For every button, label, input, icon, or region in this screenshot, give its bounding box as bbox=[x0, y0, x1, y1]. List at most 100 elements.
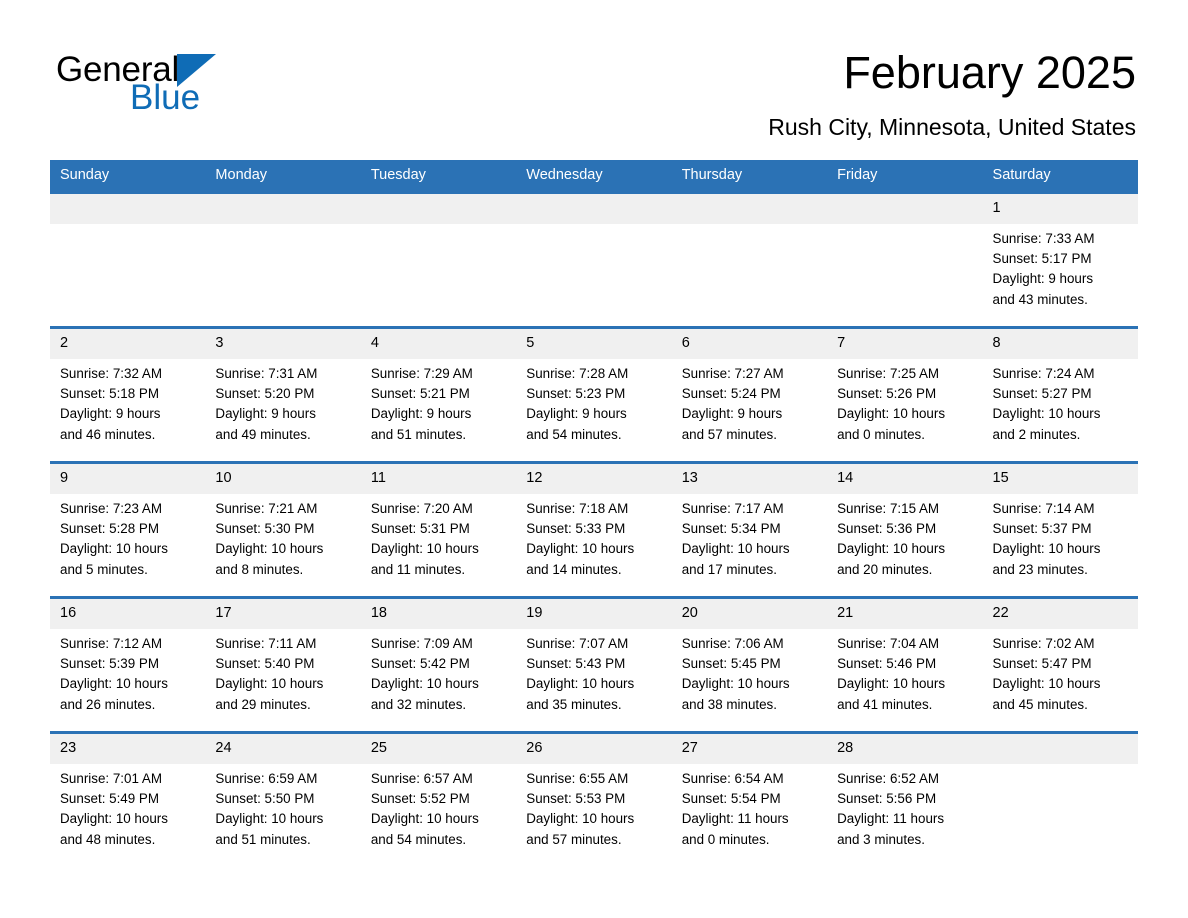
daylight-text-line2: and 8 minutes. bbox=[215, 561, 304, 577]
day-number: 2 bbox=[50, 329, 206, 359]
daylight-text-line2: and 41 minutes. bbox=[837, 696, 933, 712]
day-cell[interactable]: 14 Sunrise: 7:15 AM Sunset: 5:36 PM Dayl… bbox=[827, 461, 983, 598]
day-info: Sunrise: 7:21 AM Sunset: 5:30 PM Dayligh… bbox=[205, 494, 360, 580]
day-cell[interactable]: 24 Sunrise: 6:59 AM Sunset: 5:50 PM Dayl… bbox=[205, 731, 361, 866]
daylight-text-line1: Daylight: 10 hours bbox=[370, 676, 479, 692]
sunset-text: Sunset: 5:39 PM bbox=[60, 656, 159, 672]
daylight-text-line2: and 17 minutes. bbox=[681, 561, 777, 577]
day-info: Sunrise: 6:59 AM Sunset: 5:50 PM Dayligh… bbox=[205, 764, 360, 850]
day-info: Sunrise: 7:17 AM Sunset: 5:34 PM Dayligh… bbox=[672, 494, 827, 580]
daylight-text-line1: Daylight: 10 hours bbox=[526, 541, 635, 557]
daylight-text-line2: and 51 minutes. bbox=[370, 426, 467, 442]
day-cell[interactable] bbox=[982, 731, 1138, 866]
day-cell[interactable]: 26 Sunrise: 6:55 AM Sunset: 5:53 PM Dayl… bbox=[516, 731, 672, 866]
day-cell[interactable]: 12 Sunrise: 7:18 AM Sunset: 5:33 PM Dayl… bbox=[516, 461, 672, 598]
day-info: Sunrise: 7:28 AM Sunset: 5:23 PM Dayligh… bbox=[516, 359, 671, 445]
day-info: Sunrise: 7:33 AM Sunset: 5:17 PM Dayligh… bbox=[983, 224, 1138, 310]
day-cell[interactable]: 2 Sunrise: 7:32 AM Sunset: 5:18 PM Dayli… bbox=[50, 326, 206, 463]
day-cell[interactable] bbox=[827, 191, 983, 328]
day-cell[interactable]: 9 Sunrise: 7:23 AM Sunset: 5:28 PM Dayli… bbox=[50, 461, 206, 598]
daylight-text-line2: and 45 minutes. bbox=[992, 696, 1088, 712]
day-cell[interactable]: 7 Sunrise: 7:25 AM Sunset: 5:26 PM Dayli… bbox=[827, 326, 983, 463]
day-info: Sunrise: 7:14 AM Sunset: 5:37 PM Dayligh… bbox=[983, 494, 1138, 580]
day-number: 7 bbox=[827, 329, 983, 359]
sunrise-text: Sunrise: 7:11 AM bbox=[215, 636, 317, 651]
daylight-text-line1: Daylight: 10 hours bbox=[837, 406, 946, 422]
day-cell[interactable]: 18 Sunrise: 7:09 AM Sunset: 5:42 PM Dayl… bbox=[360, 596, 517, 733]
calendar-table: Sunday Monday Tuesday Wednesday Thursday… bbox=[50, 160, 1138, 866]
daylight-text-line1: Daylight: 10 hours bbox=[370, 541, 479, 557]
sunset-text: Sunset: 5:54 PM bbox=[681, 791, 781, 807]
day-cell[interactable]: 10 Sunrise: 7:21 AM Sunset: 5:30 PM Dayl… bbox=[205, 461, 361, 598]
day-number: 15 bbox=[982, 464, 1138, 494]
daylight-text-line1: Daylight: 10 hours bbox=[992, 676, 1101, 692]
day-cell[interactable] bbox=[516, 191, 672, 328]
day-cell[interactable]: 21 Sunrise: 7:04 AM Sunset: 5:46 PM Dayl… bbox=[827, 596, 983, 733]
daylight-text-line2: and 46 minutes. bbox=[60, 426, 156, 442]
day-info: Sunrise: 7:25 AM Sunset: 5:26 PM Dayligh… bbox=[827, 359, 982, 445]
day-cell[interactable]: 15 Sunrise: 7:14 AM Sunset: 5:37 PM Dayl… bbox=[982, 461, 1138, 598]
sunrise-text: Sunrise: 6:57 AM bbox=[370, 771, 473, 786]
day-cell[interactable]: 8 Sunrise: 7:24 AM Sunset: 5:27 PM Dayli… bbox=[982, 326, 1138, 463]
day-info: Sunrise: 7:04 AM Sunset: 5:46 PM Dayligh… bbox=[827, 629, 982, 715]
day-cell[interactable]: 23 Sunrise: 7:01 AM Sunset: 5:49 PM Dayl… bbox=[50, 731, 206, 866]
daylight-text-line1: Daylight: 10 hours bbox=[837, 676, 946, 692]
day-cell[interactable]: 5 Sunrise: 7:28 AM Sunset: 5:23 PM Dayli… bbox=[516, 326, 672, 463]
day-number: 17 bbox=[205, 599, 361, 629]
day-number: 20 bbox=[671, 599, 828, 629]
day-cell[interactable]: 28 Sunrise: 6:52 AM Sunset: 5:56 PM Dayl… bbox=[827, 731, 983, 866]
day-cell[interactable] bbox=[50, 191, 206, 328]
day-info: Sunrise: 7:06 AM Sunset: 5:45 PM Dayligh… bbox=[672, 629, 827, 715]
daylight-text-line1: Daylight: 10 hours bbox=[526, 676, 635, 692]
day-cell[interactable] bbox=[671, 191, 828, 328]
day-cell[interactable]: 1 Sunrise: 7:33 AM Sunset: 5:17 PM Dayli… bbox=[982, 191, 1138, 328]
calendar-week-row: 16 Sunrise: 7:12 AM Sunset: 5:39 PM Dayl… bbox=[50, 596, 1138, 733]
day-cell[interactable]: 16 Sunrise: 7:12 AM Sunset: 5:39 PM Dayl… bbox=[50, 596, 206, 733]
day-number: 14 bbox=[827, 464, 983, 494]
calendar-header-row: Sunday Monday Tuesday Wednesday Thursday… bbox=[50, 160, 1138, 193]
daylight-text-line1: Daylight: 9 hours bbox=[992, 271, 1094, 287]
day-cell[interactable] bbox=[360, 191, 517, 328]
day-cell[interactable]: 22 Sunrise: 7:02 AM Sunset: 5:47 PM Dayl… bbox=[982, 596, 1138, 733]
day-info: Sunrise: 6:57 AM Sunset: 5:52 PM Dayligh… bbox=[361, 764, 516, 850]
day-number bbox=[360, 194, 517, 224]
day-cell[interactable]: 11 Sunrise: 7:20 AM Sunset: 5:31 PM Dayl… bbox=[360, 461, 517, 598]
day-cell[interactable] bbox=[205, 191, 361, 328]
day-cell[interactable]: 13 Sunrise: 7:17 AM Sunset: 5:34 PM Dayl… bbox=[671, 461, 828, 598]
sunset-text: Sunset: 5:23 PM bbox=[526, 386, 626, 402]
day-cell[interactable]: 25 Sunrise: 6:57 AM Sunset: 5:52 PM Dayl… bbox=[360, 731, 517, 866]
sunrise-text: Sunrise: 7:21 AM bbox=[215, 501, 318, 516]
calendar-week-row: 9 Sunrise: 7:23 AM Sunset: 5:28 PM Dayli… bbox=[50, 461, 1138, 598]
day-info bbox=[205, 224, 360, 229]
day-info: Sunrise: 7:18 AM Sunset: 5:33 PM Dayligh… bbox=[516, 494, 671, 580]
day-number bbox=[205, 194, 361, 224]
sunset-text: Sunset: 5:37 PM bbox=[992, 521, 1092, 537]
daylight-text-line1: Daylight: 9 hours bbox=[681, 406, 783, 422]
day-number: 3 bbox=[205, 329, 361, 359]
day-cell[interactable]: 27 Sunrise: 6:54 AM Sunset: 5:54 PM Dayl… bbox=[671, 731, 828, 866]
daylight-text-line2: and 57 minutes. bbox=[681, 426, 777, 442]
day-cell[interactable]: 6 Sunrise: 7:27 AM Sunset: 5:24 PM Dayli… bbox=[671, 326, 828, 463]
sunrise-text: Sunrise: 7:32 AM bbox=[60, 366, 162, 381]
day-cell[interactable]: 19 Sunrise: 7:07 AM Sunset: 5:43 PM Dayl… bbox=[516, 596, 672, 733]
calendar-week-row: 23 Sunrise: 7:01 AM Sunset: 5:49 PM Dayl… bbox=[50, 731, 1138, 866]
day-info: Sunrise: 7:01 AM Sunset: 5:49 PM Dayligh… bbox=[50, 764, 205, 850]
day-cell[interactable]: 3 Sunrise: 7:31 AM Sunset: 5:20 PM Dayli… bbox=[205, 326, 361, 463]
sunset-text: Sunset: 5:18 PM bbox=[60, 386, 159, 402]
day-cell[interactable]: 20 Sunrise: 7:06 AM Sunset: 5:45 PM Dayl… bbox=[671, 596, 828, 733]
sunrise-text: Sunrise: 7:20 AM bbox=[370, 501, 473, 516]
sunset-text: Sunset: 5:52 PM bbox=[370, 791, 470, 807]
day-cell[interactable]: 17 Sunrise: 7:11 AM Sunset: 5:40 PM Dayl… bbox=[205, 596, 361, 733]
sunset-text: Sunset: 5:31 PM bbox=[370, 521, 470, 537]
daylight-text-line2: and 11 minutes. bbox=[370, 561, 466, 577]
day-cell[interactable]: 4 Sunrise: 7:29 AM Sunset: 5:21 PM Dayli… bbox=[360, 326, 517, 463]
calendar-container: Sunday Monday Tuesday Wednesday Thursday… bbox=[50, 160, 1138, 866]
sunset-text: Sunset: 5:45 PM bbox=[681, 656, 781, 672]
weekday-header-saturday: Saturday bbox=[982, 160, 1138, 193]
sunrise-text: Sunrise: 7:09 AM bbox=[370, 636, 473, 651]
sunset-text: Sunset: 5:26 PM bbox=[837, 386, 937, 402]
day-number: 4 bbox=[360, 329, 517, 359]
sunrise-text: Sunrise: 7:27 AM bbox=[681, 366, 784, 381]
daylight-text-line2: and 51 minutes. bbox=[215, 831, 311, 847]
logo-text-blue: Blue bbox=[130, 78, 201, 117]
